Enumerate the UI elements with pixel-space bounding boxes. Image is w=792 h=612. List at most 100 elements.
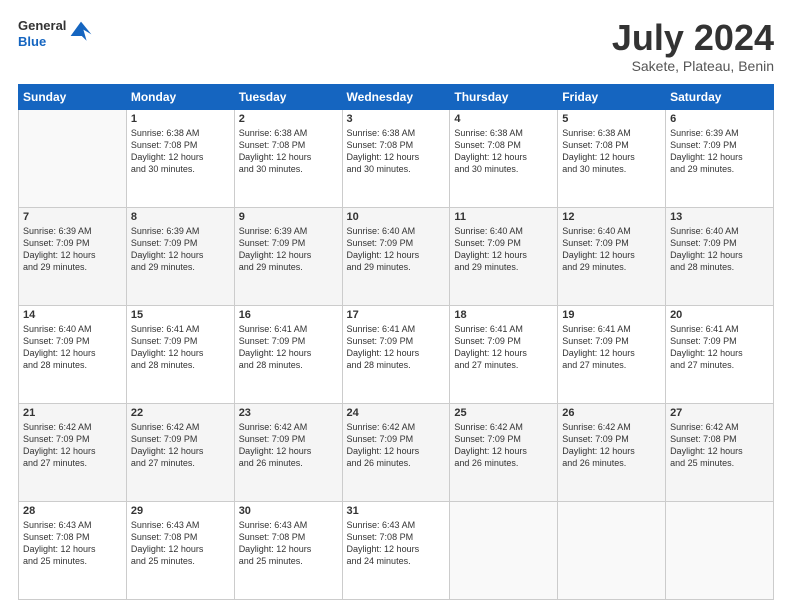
cell-info: Sunrise: 6:40 AM Sunset: 7:09 PM Dayligh… — [347, 225, 446, 274]
cell-info: Sunrise: 6:38 AM Sunset: 7:08 PM Dayligh… — [562, 127, 661, 176]
calendar-cell: 1Sunrise: 6:38 AM Sunset: 7:08 PM Daylig… — [126, 109, 234, 207]
day-number: 24 — [347, 407, 446, 419]
day-number: 9 — [239, 211, 338, 223]
day-number: 7 — [23, 211, 122, 223]
cell-info: Sunrise: 6:42 AM Sunset: 7:09 PM Dayligh… — [454, 421, 553, 470]
calendar-cell: 7Sunrise: 6:39 AM Sunset: 7:09 PM Daylig… — [19, 207, 127, 305]
calendar-cell: 28 Sunrise: 6:43 AM Sunset: 7:08 PM Dayli… — [19, 501, 127, 599]
calendar-cell: 9 Sunrise: 6:39 AM Sunset: 7:09 PM Daylig… — [234, 207, 342, 305]
week-row-4: 21 Sunrise: 6:42 AM Sunset: 7:09 PM Dayli… — [19, 403, 774, 501]
cell-info: Sunrise: 6:42 AM Sunset: 7:08 PM Dayligh… — [670, 421, 769, 470]
day-number: 18 — [454, 309, 553, 321]
calendar-cell: 6Sunrise: 6:39 AM Sunset: 7:09 PM Daylig… — [666, 109, 774, 207]
cell-info: Sunrise: 6:41 AM Sunset: 7:09 PM Dayligh… — [670, 323, 769, 372]
cell-info: Sunrise: 6:40 AM Sunset: 7:09 PM Dayligh… — [454, 225, 553, 274]
col-header-sunday: Sunday — [19, 84, 127, 109]
cell-info: Sunrise: 6:38 AM Sunset: 7:08 PM Dayligh… — [131, 127, 230, 176]
calendar-cell: 15 Sunrise: 6:41 AM Sunset: 7:09 PM Dayli… — [126, 305, 234, 403]
calendar-cell: 16Sunrise: 6:41 AM Sunset: 7:09 PM Dayli… — [234, 305, 342, 403]
day-number: 10 — [347, 211, 446, 223]
calendar-cell: 21 Sunrise: 6:42 AM Sunset: 7:09 PM Dayli… — [19, 403, 127, 501]
logo-text: General Blue — [18, 18, 66, 49]
calendar-cell: 30Sunrise: 6:43 AM Sunset: 7:08 PM Dayli… — [234, 501, 342, 599]
cell-info: Sunrise: 6:38 AM Sunset: 7:08 PM Dayligh… — [454, 127, 553, 176]
cell-info: Sunrise: 6:42 AM Sunset: 7:09 PM Dayligh… — [23, 421, 122, 470]
day-number: 23 — [239, 407, 338, 419]
col-header-wednesday: Wednesday — [342, 84, 450, 109]
calendar-cell: 18Sunrise: 6:41 AM Sunset: 7:09 PM Dayli… — [450, 305, 558, 403]
calendar-cell: 3 Sunrise: 6:38 AM Sunset: 7:08 PM Daylig… — [342, 109, 450, 207]
week-row-5: 28 Sunrise: 6:43 AM Sunset: 7:08 PM Dayli… — [19, 501, 774, 599]
day-number: 6 — [670, 113, 769, 125]
cell-info: Sunrise: 6:43 AM Sunset: 7:08 PM Dayligh… — [23, 519, 122, 568]
week-row-3: 14Sunrise: 6:40 AM Sunset: 7:09 PM Dayli… — [19, 305, 774, 403]
calendar-cell — [558, 501, 666, 599]
header-row: SundayMondayTuesdayWednesdayThursdayFrid… — [19, 84, 774, 109]
month-title: July 2024 — [612, 18, 774, 58]
calendar-cell: 2 Sunrise: 6:38 AM Sunset: 7:08 PM Daylig… — [234, 109, 342, 207]
day-number: 31 — [347, 505, 446, 517]
calendar-cell: 26Sunrise: 6:42 AM Sunset: 7:09 PM Dayli… — [558, 403, 666, 501]
calendar-cell: 27 Sunrise: 6:42 AM Sunset: 7:08 PM Dayli… — [666, 403, 774, 501]
cell-info: Sunrise: 6:40 AM Sunset: 7:09 PM Dayligh… — [562, 225, 661, 274]
day-number: 30 — [239, 505, 338, 517]
cell-info: Sunrise: 6:39 AM Sunset: 7:09 PM Dayligh… — [131, 225, 230, 274]
col-header-friday: Friday — [558, 84, 666, 109]
cell-info: Sunrise: 6:40 AM Sunset: 7:09 PM Dayligh… — [670, 225, 769, 274]
calendar-cell — [666, 501, 774, 599]
calendar-cell: 5Sunrise: 6:38 AM Sunset: 7:08 PM Daylig… — [558, 109, 666, 207]
week-row-2: 7 Sunrise: 6:39 AM Sunset: 7:09 PM Daylig… — [19, 207, 774, 305]
title-block: July 2024 Sakete, Plateau, Benin — [612, 18, 774, 74]
cell-info: Sunrise: 6:42 AM Sunset: 7:09 PM Dayligh… — [131, 421, 230, 470]
cell-info: Sunrise: 6:41 AM Sunset: 7:09 PM Dayligh… — [131, 323, 230, 372]
logo-icon — [69, 20, 93, 44]
calendar-cell: 10 Sunrise: 6:40 AM Sunset: 7:09 PM Dayli… — [342, 207, 450, 305]
calendar-cell: 23 Sunrise: 6:42 AM Sunset: 7:09 PM Dayli… — [234, 403, 342, 501]
cell-info: Sunrise: 6:41 AM Sunset: 7:09 PM Dayligh… — [562, 323, 661, 372]
cell-info: Sunrise: 6:42 AM Sunset: 7:09 PM Dayligh… — [239, 421, 338, 470]
cell-info: Sunrise: 6:41 AM Sunset: 7:09 PM Dayligh… — [347, 323, 446, 372]
col-header-saturday: Saturday — [666, 84, 774, 109]
header: General Blue July 2024 Sakete, Plateau, … — [18, 18, 774, 74]
day-number: 14 — [23, 309, 122, 321]
cell-info: Sunrise: 6:38 AM Sunset: 7:08 PM Dayligh… — [347, 127, 446, 176]
day-number: 11 — [454, 211, 553, 223]
calendar-cell: 4 Sunrise: 6:38 AM Sunset: 7:08 PM Daylig… — [450, 109, 558, 207]
day-number: 20 — [670, 309, 769, 321]
day-number: 29 — [131, 505, 230, 517]
day-number: 13 — [670, 211, 769, 223]
cell-info: Sunrise: 6:38 AM Sunset: 7:08 PM Dayligh… — [239, 127, 338, 176]
calendar-cell: 14Sunrise: 6:40 AM Sunset: 7:09 PM Dayli… — [19, 305, 127, 403]
calendar-cell — [19, 109, 127, 207]
day-number: 8 — [131, 211, 230, 223]
calendar-cell — [450, 501, 558, 599]
col-header-monday: Monday — [126, 84, 234, 109]
logo: General Blue — [18, 18, 93, 49]
col-header-thursday: Thursday — [450, 84, 558, 109]
cell-info: Sunrise: 6:42 AM Sunset: 7:09 PM Dayligh… — [562, 421, 661, 470]
day-number: 12 — [562, 211, 661, 223]
calendar-cell: 13 Sunrise: 6:40 AM Sunset: 7:09 PM Dayli… — [666, 207, 774, 305]
calendar-cell: 20 Sunrise: 6:41 AM Sunset: 7:09 PM Dayli… — [666, 305, 774, 403]
calendar-cell: 11 Sunrise: 6:40 AM Sunset: 7:09 PM Dayli… — [450, 207, 558, 305]
page: General Blue July 2024 Sakete, Plateau, … — [0, 0, 792, 612]
day-number: 4 — [454, 113, 553, 125]
day-number: 27 — [670, 407, 769, 419]
calendar-cell: 29 Sunrise: 6:43 AM Sunset: 7:08 PM Dayli… — [126, 501, 234, 599]
day-number: 16 — [239, 309, 338, 321]
day-number: 28 — [23, 505, 122, 517]
calendar-cell: 22 Sunrise: 6:42 AM Sunset: 7:09 PM Dayli… — [126, 403, 234, 501]
calendar-table: SundayMondayTuesdayWednesdayThursdayFrid… — [18, 84, 774, 600]
day-number: 2 — [239, 113, 338, 125]
day-number: 21 — [23, 407, 122, 419]
calendar-cell: 31Sunrise: 6:43 AM Sunset: 7:08 PM Dayli… — [342, 501, 450, 599]
day-number: 22 — [131, 407, 230, 419]
cell-info: Sunrise: 6:43 AM Sunset: 7:08 PM Dayligh… — [131, 519, 230, 568]
day-number: 17 — [347, 309, 446, 321]
cell-info: Sunrise: 6:39 AM Sunset: 7:09 PM Dayligh… — [239, 225, 338, 274]
day-number: 19 — [562, 309, 661, 321]
day-number: 15 — [131, 309, 230, 321]
calendar-cell: 12 Sunrise: 6:40 AM Sunset: 7:09 PM Dayli… — [558, 207, 666, 305]
week-row-1: 1Sunrise: 6:38 AM Sunset: 7:08 PM Daylig… — [19, 109, 774, 207]
day-number: 3 — [347, 113, 446, 125]
